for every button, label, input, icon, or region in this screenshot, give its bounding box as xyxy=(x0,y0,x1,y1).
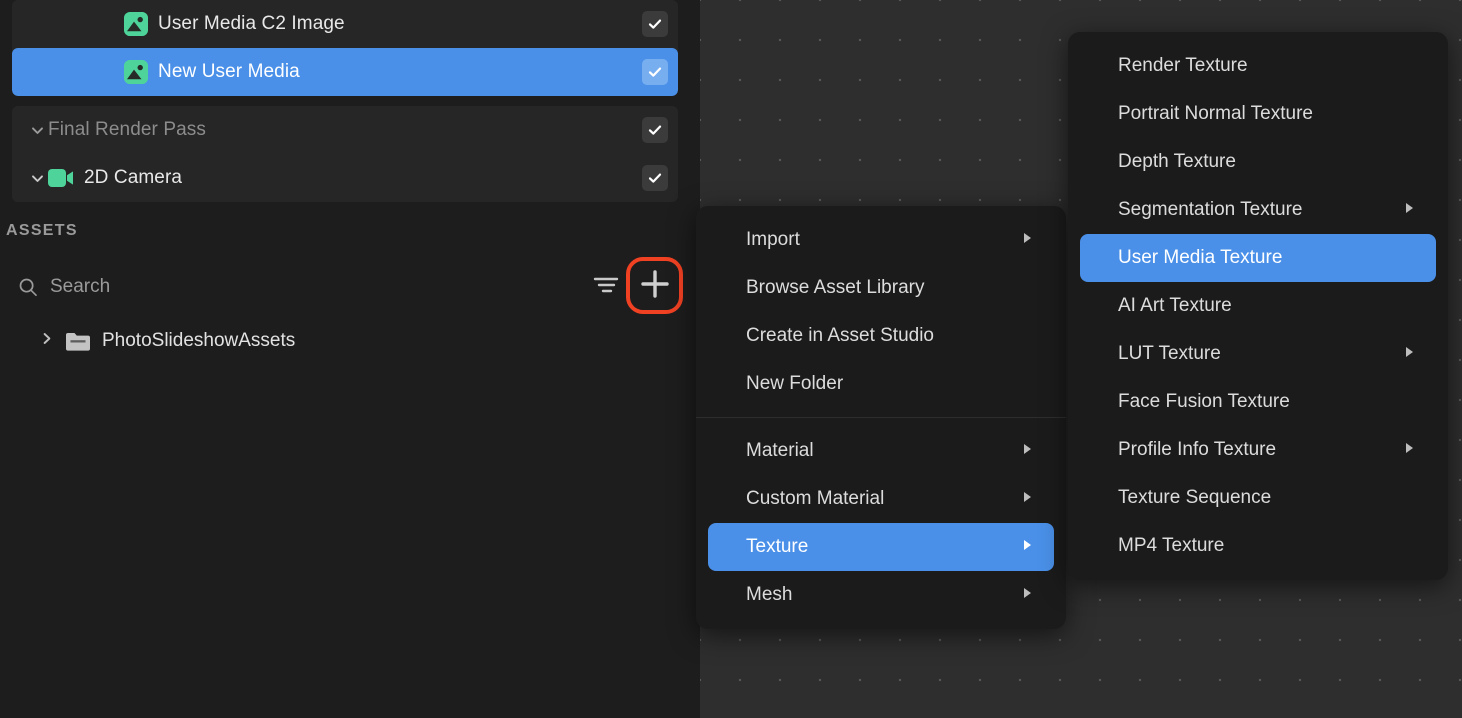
submenu-arrow-icon xyxy=(1023,490,1032,508)
assets-toolbar xyxy=(0,268,694,316)
hierarchy-row-caret[interactable] xyxy=(26,171,48,186)
texture-submenu-item[interactable]: AI Art Texture xyxy=(1080,282,1436,330)
texture-submenu-item-label: User Media Texture xyxy=(1118,247,1283,268)
search-input[interactable] xyxy=(50,276,380,298)
context-menu-item[interactable]: New Folder xyxy=(708,360,1054,408)
context-menu-item[interactable]: Create in Asset Studio xyxy=(708,312,1054,360)
texture-submenu-item-label: Depth Texture xyxy=(1118,151,1236,172)
context-menu-item[interactable]: Import xyxy=(708,216,1054,264)
texture-submenu-item-label: LUT Texture xyxy=(1118,343,1221,364)
context-menu-item-label: Texture xyxy=(746,536,809,557)
hierarchy-row-caret[interactable] xyxy=(26,123,48,138)
texture-submenu-item-label: Render Texture xyxy=(1118,55,1248,76)
texture-submenu-item[interactable]: Segmentation Texture xyxy=(1080,186,1436,234)
search-icon xyxy=(18,277,38,297)
submenu-arrow-icon xyxy=(1023,442,1032,460)
assets-search[interactable] xyxy=(18,276,380,298)
texture-submenu-item[interactable]: Render Texture xyxy=(1080,42,1436,90)
check-icon xyxy=(647,122,663,138)
chevron-down-icon xyxy=(30,123,45,138)
texture-submenu-item[interactable]: Profile Info Texture xyxy=(1080,426,1436,474)
hierarchy-row[interactable]: Final Render Pass xyxy=(12,106,678,154)
hierarchy-row[interactable]: New User Media xyxy=(12,48,678,96)
hierarchy-row[interactable]: 2D Camera xyxy=(12,154,678,202)
chevron-down-icon xyxy=(30,171,45,186)
submenu-arrow-icon xyxy=(1023,586,1032,604)
texture-submenu-item[interactable]: Texture Sequence xyxy=(1080,474,1436,522)
context-menu-item[interactable]: Material xyxy=(708,427,1054,475)
context-menu-item[interactable]: Mesh xyxy=(708,571,1054,619)
context-menu-item-label: Custom Material xyxy=(746,488,885,509)
app-root: User Media C2 Image New User Media Final R… xyxy=(0,0,1462,718)
texture-submenu-item-label: Face Fusion Texture xyxy=(1118,391,1290,412)
submenu-arrow-icon xyxy=(1405,441,1414,459)
submenu-arrow-icon xyxy=(1023,538,1032,556)
hierarchy-row-label: User Media C2 Image xyxy=(158,13,345,34)
texture-submenu-item[interactable]: Face Fusion Texture xyxy=(1080,378,1436,426)
folder-icon xyxy=(66,332,90,351)
plus-icon xyxy=(641,270,669,298)
hierarchy-row-icon xyxy=(124,60,148,84)
camera-icon xyxy=(48,169,74,187)
submenu-arrow-icon xyxy=(1405,345,1414,363)
texture-submenu-item[interactable]: Portrait Normal Texture xyxy=(1080,90,1436,138)
context-menu-item-label: Create in Asset Studio xyxy=(746,325,934,346)
hierarchy-row-label: Final Render Pass xyxy=(48,119,206,140)
context-menu-item-label: Import xyxy=(746,229,800,250)
hierarchy-row[interactable]: User Media C2 Image xyxy=(12,0,678,48)
submenu-arrow-icon xyxy=(1023,231,1032,249)
texture-submenu-item-label: AI Art Texture xyxy=(1118,295,1232,316)
assets-panel-title: ASSETS xyxy=(6,222,78,239)
context-menu-item[interactable]: Texture xyxy=(708,523,1054,571)
hierarchy-row-icon xyxy=(124,12,148,36)
hierarchy-group: Final Render Pass 2D Camera xyxy=(12,106,678,202)
menu-separator xyxy=(696,417,1066,418)
check-icon xyxy=(647,170,663,186)
assets-file-tree: PhotoSlideshowAssets xyxy=(0,320,694,362)
visibility-checkbox[interactable] xyxy=(642,117,668,143)
context-menu-item-label: Material xyxy=(746,440,814,461)
hierarchy-row-label: 2D Camera xyxy=(84,167,183,188)
texture-submenu-item-label: Portrait Normal Texture xyxy=(1118,103,1313,124)
context-menu-item-label: Mesh xyxy=(746,584,793,605)
hierarchy-row-icon xyxy=(48,169,74,187)
texture-submenu-item-label: Segmentation Texture xyxy=(1118,199,1303,220)
texture-submenu-item-label: Profile Info Texture xyxy=(1118,439,1277,460)
texture-submenu-item[interactable]: Depth Texture xyxy=(1080,138,1436,186)
image-icon xyxy=(124,60,148,84)
hierarchy-row-label: New User Media xyxy=(158,61,300,82)
texture-submenu-item-label: Texture Sequence xyxy=(1118,487,1272,508)
asset-tree-row[interactable]: PhotoSlideshowAssets xyxy=(0,320,694,362)
assets-panel: ASSETS PhotoSlideshowAssets xyxy=(0,212,694,718)
context-menu-item[interactable]: Browse Asset Library xyxy=(708,264,1054,312)
image-icon xyxy=(124,12,148,36)
scene-hierarchy-panel: User Media C2 Image New User Media Final R… xyxy=(12,0,678,202)
context-menu-item[interactable]: Custom Material xyxy=(708,475,1054,523)
add-asset-button[interactable] xyxy=(637,266,673,302)
asset-tree-label: PhotoSlideshowAssets xyxy=(102,330,296,351)
filter-sort-icon xyxy=(593,277,619,293)
context-menu-item-label: Browse Asset Library xyxy=(746,277,925,298)
asset-context-menu: Import Browse Asset Library Create in Asse… xyxy=(696,206,1066,629)
asset-tree-twisty[interactable] xyxy=(40,331,54,351)
texture-submenu-item[interactable]: LUT Texture xyxy=(1080,330,1436,378)
chevron-right-icon xyxy=(40,331,54,351)
texture-submenu: Render Texture Portrait Normal Texture Dep… xyxy=(1068,32,1448,580)
submenu-arrow-icon xyxy=(1405,201,1414,219)
visibility-checkbox[interactable] xyxy=(642,165,668,191)
left-column: User Media C2 Image New User Media Final R… xyxy=(0,0,694,718)
texture-submenu-item[interactable]: MP4 Texture xyxy=(1080,522,1436,570)
visibility-checkbox[interactable] xyxy=(642,11,668,37)
check-icon xyxy=(647,64,663,80)
hierarchy-group: User Media C2 Image New User Media xyxy=(12,0,678,96)
context-menu-item-label: New Folder xyxy=(746,373,844,394)
texture-submenu-item[interactable]: User Media Texture xyxy=(1080,234,1436,282)
filter-sort-button[interactable] xyxy=(592,272,620,296)
check-icon xyxy=(647,16,663,32)
visibility-checkbox[interactable] xyxy=(642,59,668,85)
texture-submenu-item-label: MP4 Texture xyxy=(1118,535,1225,556)
